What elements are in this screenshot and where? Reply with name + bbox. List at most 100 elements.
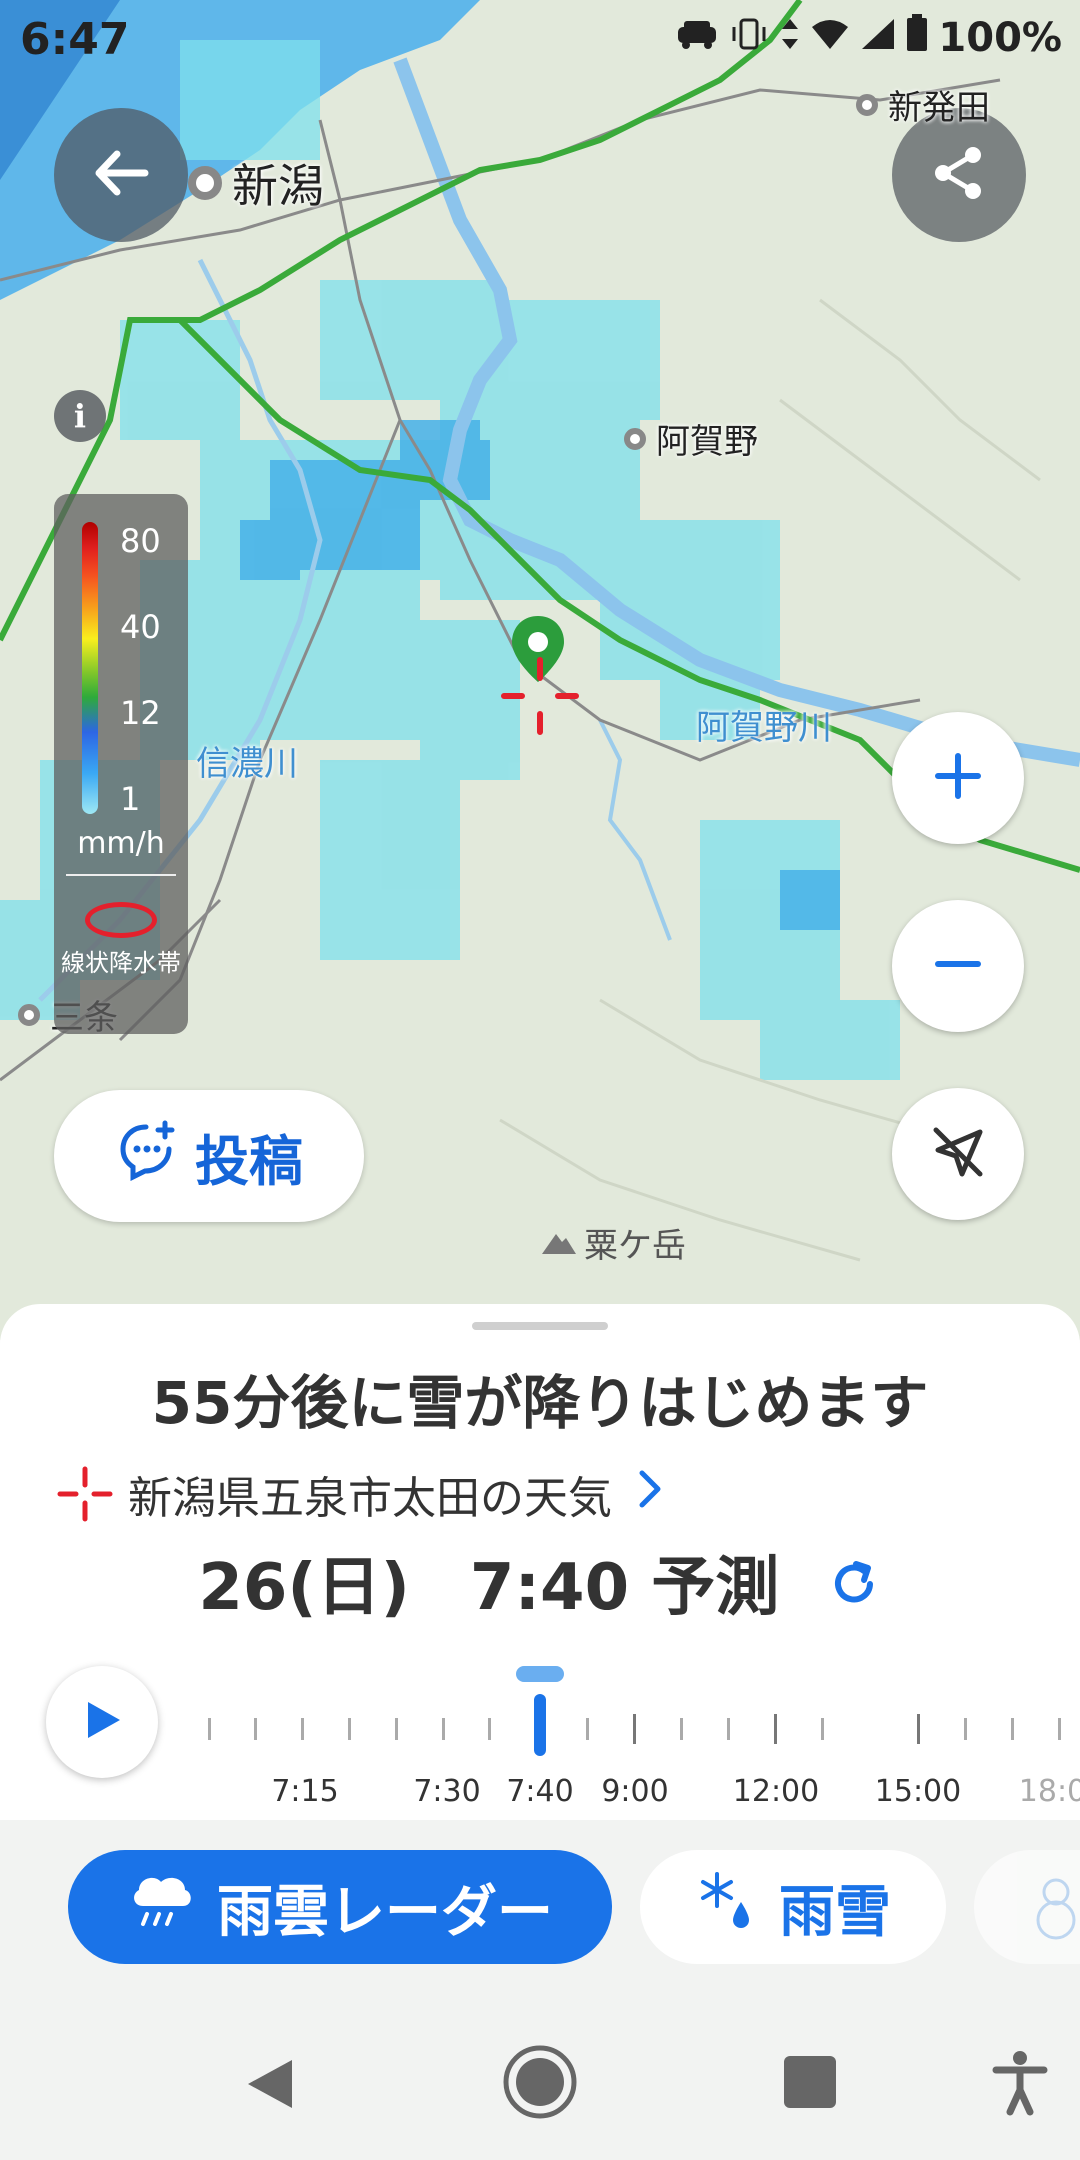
timeline-tick (964, 1718, 967, 1740)
nav-home-icon (503, 2045, 577, 2119)
forecast-time-row: 26(日) 7:40 予測 (0, 1536, 1080, 1628)
zoom-in-button[interactable] (892, 712, 1024, 844)
refresh-icon[interactable] (826, 1554, 882, 1628)
back-arrow-icon (91, 148, 151, 202)
tab-snow-more[interactable] (974, 1850, 1080, 1964)
sheet-drag-handle[interactable] (472, 1322, 608, 1330)
nav-back-button[interactable] (240, 2054, 300, 2118)
timeline-tick (395, 1718, 398, 1740)
timeline-label: 7:40 (506, 1774, 574, 1804)
mountain-icon (542, 1223, 576, 1263)
timeline-tick (442, 1718, 445, 1740)
place-shibata: 新発田 (856, 80, 990, 129)
share-icon (929, 143, 989, 207)
nav-home-button[interactable] (502, 2044, 578, 2124)
legend-divider (66, 874, 176, 876)
forecast-headline: 55分後に雪が降りはじめます (151, 1369, 929, 1437)
nav-recents-button[interactable] (782, 2054, 838, 2114)
place-niigata: 新潟 (188, 150, 324, 216)
snowflake-drop-icon (695, 1868, 759, 1946)
timeline-tick (917, 1714, 920, 1744)
line-band-label: 線状降水帯 (61, 949, 181, 977)
tab-rain-radar[interactable]: 雨雲レーダー (68, 1850, 612, 1964)
place-dot (856, 93, 878, 116)
timeline-tick (586, 1718, 589, 1740)
timeline-cursor[interactable] (534, 1694, 546, 1756)
timeline-label: 7:15 (271, 1774, 339, 1804)
legend-value: 80 (120, 522, 161, 560)
timeline-tick (348, 1718, 351, 1740)
location-row[interactable]: 新潟県五泉市太田の天気 (56, 1462, 662, 1526)
timeline-slider[interactable]: 7:15 7:30 7:40 9:00 12:00 15:00 18:00 (190, 1634, 1080, 1804)
status-icons: 100% (676, 14, 1062, 62)
crosshair-icon (501, 657, 579, 735)
play-button[interactable] (46, 1666, 158, 1778)
battery-percent: 100% (938, 15, 1062, 61)
timeline-tick (727, 1718, 730, 1740)
accessibility-icon (992, 2051, 1048, 2116)
timeline-label: 12:00 (732, 1774, 820, 1804)
legend-value: 12 (120, 694, 161, 732)
navigation-off-icon (928, 1122, 988, 1186)
legend-value: 1 (120, 780, 141, 818)
location-target (500, 656, 580, 736)
timeline-tick (774, 1714, 777, 1744)
rain-cloud-icon (127, 1870, 197, 1944)
car-mode-icon (676, 15, 718, 61)
timeline-tick (301, 1718, 304, 1740)
timeline-tick (208, 1718, 211, 1740)
timeline-tick (254, 1718, 257, 1740)
nav-back-icon (248, 2060, 292, 2108)
place-agano: 阿賀野 (624, 414, 758, 463)
forecast-suffix: 予測 (651, 1551, 780, 1625)
timeline-cursor-handle[interactable] (516, 1666, 564, 1682)
legend-unit: mm/h (77, 826, 165, 861)
data-transfer-icon (780, 15, 800, 61)
timeline-tick (1011, 1718, 1014, 1740)
mode-tabs: 雨雲レーダー 雨雪 (0, 1820, 1080, 2000)
timeline-label: 7:30 (413, 1774, 481, 1804)
info-button[interactable]: i (54, 390, 106, 442)
snowman-icon (1026, 1874, 1080, 1944)
timeline-tick (488, 1718, 491, 1740)
river-shinano-label: 信濃川 (196, 744, 298, 784)
forecast-time: 7:40 (469, 1551, 630, 1625)
tab-rain-radar-label: 雨雲レーダー (217, 1879, 553, 1945)
post-button[interactable]: 投稿 (54, 1090, 364, 1222)
tab-rain-snow-label: 雨雪 (779, 1879, 891, 1945)
back-button[interactable] (54, 108, 188, 242)
timeline-label: 9:00 (601, 1774, 669, 1804)
zoom-out-button[interactable] (892, 900, 1024, 1032)
line-band-icon (85, 902, 157, 938)
chevron-right-icon (638, 1469, 662, 1520)
timeline-tick (821, 1718, 824, 1740)
zoom-in-icon (932, 750, 984, 806)
crosshair-icon (57, 1466, 113, 1522)
status-time: 6:47 (20, 14, 130, 65)
forecast-sheet[interactable]: 55分後に雪が降りはじめます 新潟県五泉市太田の天気 26(日) 7:40 予測 (0, 1304, 1080, 1820)
wifi-icon (810, 15, 850, 61)
cell-signal-icon (860, 15, 896, 61)
place-agano-label: 阿賀野 (656, 422, 758, 462)
vibrate-icon (728, 15, 770, 61)
legend-value: 40 (120, 608, 161, 646)
location-tracking-button[interactable] (892, 1088, 1024, 1220)
timeline-tick (633, 1714, 636, 1744)
river-agano-label: 阿賀野川 (696, 708, 832, 748)
timeline-label: 18:00 (1018, 1774, 1080, 1804)
play-icon (78, 1696, 126, 1748)
legend-color-bar (82, 522, 98, 814)
accessibility-button[interactable] (990, 2050, 1050, 2120)
place-dot (188, 166, 222, 200)
nav-recents-icon (784, 2056, 836, 2108)
timeline-tick (1058, 1718, 1061, 1740)
forecast-date: 26(日) (198, 1551, 410, 1625)
precipitation-legend: 80 40 12 1 mm/h 線状降水帯 (54, 494, 188, 1034)
post-icon (115, 1119, 177, 1194)
radar-map[interactable]: 6:47 100% 新潟 新発田 阿賀野 信濃川 阿賀野川 i 80 40 12… (0, 0, 1080, 1340)
tab-rain-snow[interactable]: 雨雪 (640, 1850, 946, 1964)
post-button-label: 投稿 (195, 1129, 303, 1193)
system-nav-bar (0, 2000, 1080, 2160)
mountain-name: 粟ケ岳 (584, 1226, 686, 1266)
status-bar: 6:47 100% (0, 0, 1080, 84)
